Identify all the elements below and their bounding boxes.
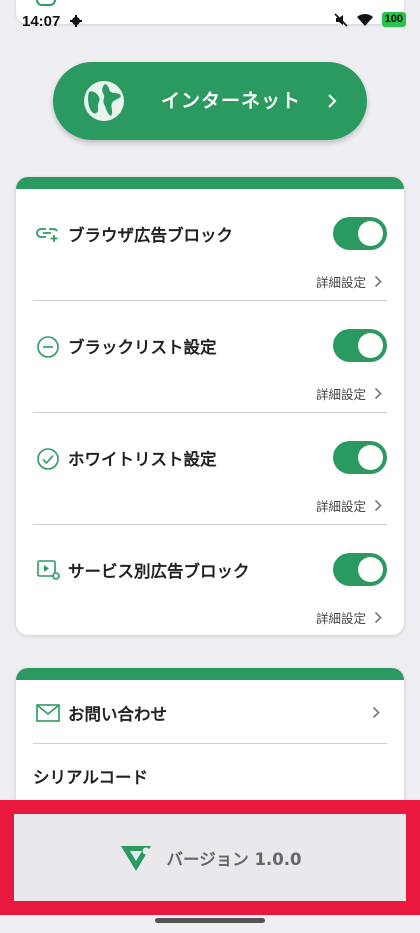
chevron-right-icon	[328, 94, 337, 108]
version-content: バージョン 1.0.0	[14, 814, 406, 901]
minus-circle-icon	[37, 336, 59, 358]
feature-row-blacklist: ブラックリスト設定 詳細設定	[16, 301, 404, 413]
detail-label: 詳細設定	[315, 611, 366, 626]
mute-icon	[334, 12, 348, 27]
browser-adblock-detail-link[interactable]: 詳細設定	[316, 272, 382, 291]
chevron-right-icon	[374, 275, 382, 288]
service-adblock-detail-link[interactable]: 詳細設定	[316, 608, 382, 627]
globe-icon	[84, 81, 124, 121]
whitelist-toggle[interactable]	[333, 441, 387, 474]
feature-row-whitelist: ホワイトリスト設定 詳細設定	[16, 413, 404, 525]
app-logo-icon	[120, 845, 151, 871]
detail-label: 詳細設定	[315, 275, 366, 290]
settings-gear-icon	[70, 15, 82, 27]
version-footer: バージョン 1.0.0	[0, 800, 420, 915]
detail-label: 詳細設定	[315, 387, 366, 402]
status-time: 14:07	[22, 13, 61, 30]
toggle-knob	[358, 333, 383, 358]
feature-label: ブラウザ広告ブロック	[68, 226, 233, 245]
card-accent-bar	[16, 668, 404, 680]
status-bar: 14:07 100	[0, 0, 420, 44]
browser-adblock-toggle[interactable]	[333, 217, 387, 250]
card-accent-bar	[16, 177, 404, 189]
service-adblock-toggle[interactable]	[333, 553, 387, 586]
check-circle-icon	[37, 448, 59, 470]
home-indicator[interactable]	[155, 918, 265, 923]
wifi-icon	[356, 13, 373, 26]
detail-label: 詳細設定	[315, 499, 366, 514]
version-label: バージョン 1.0.0	[166, 849, 302, 869]
internet-button[interactable]: インターネット	[53, 62, 367, 140]
chevron-right-icon	[374, 499, 382, 512]
blacklist-detail-link[interactable]: 詳細設定	[316, 384, 382, 403]
feature-row-browser-adblock: ブラウザ広告ブロック 詳細設定	[16, 189, 404, 301]
toggle-knob	[358, 557, 383, 582]
serial-code-label: シリアルコード	[33, 768, 149, 787]
toggle-knob	[358, 221, 383, 246]
mail-icon	[36, 704, 60, 722]
status-icons: 100	[334, 12, 406, 27]
feature-label: ブラックリスト設定	[68, 338, 217, 357]
blacklist-toggle[interactable]	[333, 329, 387, 362]
video-settings-icon	[37, 560, 60, 580]
battery-indicator: 100	[381, 12, 406, 27]
contact-label: お問い合わせ	[68, 705, 167, 724]
toggle-knob	[358, 445, 383, 470]
feature-row-service-adblock: サービス別広告ブロック 詳細設定	[16, 525, 404, 635]
link-plus-icon	[36, 228, 58, 242]
whitelist-detail-link[interactable]: 詳細設定	[316, 496, 382, 515]
serial-code-row[interactable]: シリアルコード	[16, 744, 404, 804]
contact-row[interactable]: お問い合わせ	[16, 680, 404, 744]
feature-label: サービス別広告ブロック	[68, 562, 250, 581]
internet-label: インターネット	[160, 90, 301, 112]
partial-icon	[36, 0, 56, 6]
adblock-settings-card: ブラウザ広告ブロック 詳細設定 ブラックリスト設定 詳細設定 ホワイトリスト設定…	[16, 177, 404, 635]
chevron-right-icon	[372, 706, 380, 719]
chevron-right-icon	[374, 611, 382, 624]
chevron-right-icon	[374, 387, 382, 400]
feature-label: ホワイトリスト設定	[68, 450, 217, 469]
